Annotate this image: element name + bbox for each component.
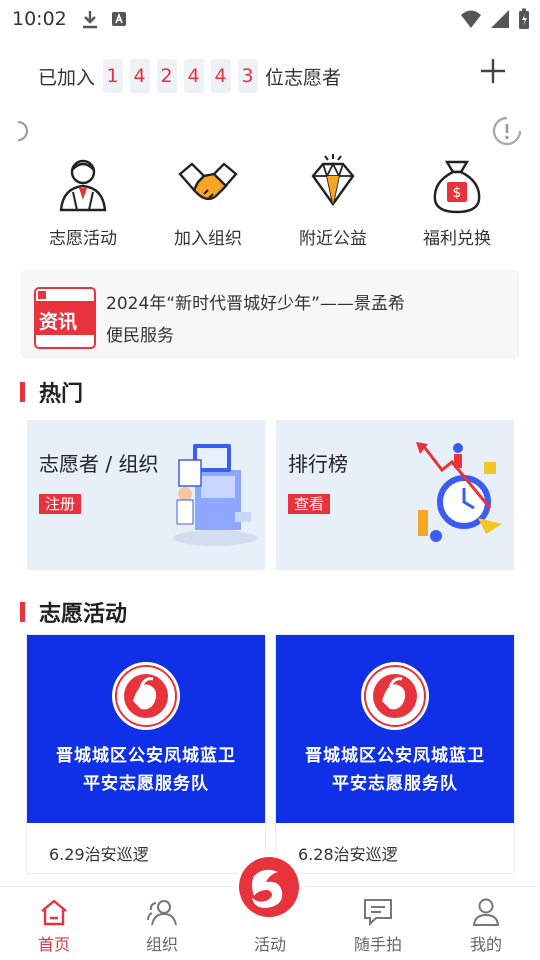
activity-caption: 6.29治安巡逻	[49, 845, 149, 864]
counter-prefix: 已加入	[38, 66, 96, 89]
police-volunteer-emblem-icon	[361, 662, 429, 730]
download-icon	[82, 11, 97, 29]
activity-caption: 6.28治安巡逻	[298, 845, 398, 864]
font-icon	[111, 12, 126, 26]
quick-nearby-charity[interactable]: 附近公益	[278, 152, 388, 249]
news-card[interactable]: 资讯 2024年“新时代晋城好少年”——景孟希 便民服务	[21, 270, 519, 358]
tab-label: 活动	[253, 935, 286, 954]
quick-label: 志愿活动	[49, 229, 117, 249]
carousel-arc-icon	[17, 121, 28, 141]
status-bar: 10:02	[0, 0, 540, 38]
counter-digit: 2	[156, 59, 177, 93]
volunteer-person-icon	[59, 159, 107, 212]
tab-organization[interactable]: 组织	[122, 895, 202, 955]
news-subline: 便民服务	[106, 326, 174, 346]
money-bag-icon: $	[433, 160, 481, 214]
banner-line1: 晋城城区公安凤城蓝卫	[305, 746, 485, 766]
tab-home[interactable]: 首页	[14, 895, 94, 955]
activity-logo-icon[interactable]	[234, 852, 304, 922]
quick-actions: 志愿活动 加入组织 附近公益 $ 福利兑换	[0, 152, 540, 252]
hot-card-ranking[interactable]: 排行榜 查看	[276, 420, 514, 570]
counter-suffix: 位志愿者	[265, 66, 342, 89]
quick-label: 福利兑换	[423, 229, 491, 249]
computer-illustration-icon	[173, 444, 257, 546]
view-tag[interactable]: 查看	[288, 494, 331, 514]
hot-card-title: 排行榜	[288, 452, 348, 476]
info-icon[interactable]	[492, 116, 522, 146]
home-icon	[41, 899, 67, 926]
counter-digit: 4	[183, 59, 204, 93]
activity-card[interactable]: 晋城城区公安凤城蓝卫 平安志愿服务队 6.28治安巡逻	[275, 634, 515, 874]
handshake-icon	[178, 162, 238, 201]
section-title-text: 志愿活动	[39, 602, 128, 627]
banner-line2: 平安志愿服务队	[332, 774, 458, 794]
counter-digit: 3	[237, 59, 258, 93]
status-time: 10:02	[12, 8, 67, 30]
hot-card-volunteer-register[interactable]: 志愿者 / 组织 注册	[27, 420, 265, 570]
counter-digit: 4	[210, 59, 231, 93]
battery-icon	[519, 8, 529, 29]
notice-row	[0, 114, 540, 148]
activity-banner: 晋城城区公安凤城蓝卫 平安志愿服务队	[276, 635, 514, 823]
wifi-icon	[461, 10, 481, 28]
activity-banner: 晋城城区公安凤城蓝卫 平安志愿服务队	[27, 635, 265, 823]
section-bar	[20, 602, 25, 622]
quick-label: 加入组织	[174, 229, 242, 249]
volunteer-counter: 已加入 1 4 2 4 4 3 位志愿者	[38, 58, 341, 94]
activity-card[interactable]: 晋城城区公安凤城蓝卫 平安志愿服务队 6.29治安巡逻	[26, 634, 266, 874]
register-tag[interactable]: 注册	[39, 494, 82, 514]
counter-digit: 1	[102, 59, 123, 93]
group-icon	[147, 900, 177, 926]
banner-line1: 晋城城区公安凤城蓝卫	[56, 746, 236, 766]
tab-mine[interactable]: 我的	[446, 895, 526, 955]
section-bar	[20, 382, 25, 402]
counter-digit: 4	[129, 59, 150, 93]
quick-volunteer-activity[interactable]: 志愿活动	[28, 152, 138, 249]
plus-icon[interactable]	[478, 56, 508, 86]
diamond-icon	[311, 154, 355, 207]
profile-icon	[472, 898, 500, 926]
quick-label: 附近公益	[299, 229, 367, 249]
news-headline: 2024年“新时代晋城好少年”——景孟希	[106, 294, 405, 314]
quick-join-org[interactable]: 加入组织	[153, 152, 263, 249]
police-volunteer-emblem-icon	[112, 662, 180, 730]
tab-label: 首页	[37, 935, 70, 954]
banner-line2: 平安志愿服务队	[83, 774, 209, 794]
hot-section-title: 热门	[20, 376, 83, 408]
activity-section-title: 志愿活动	[20, 596, 127, 628]
quick-welfare-exchange[interactable]: $ 福利兑换	[402, 152, 512, 249]
tab-label: 组织	[145, 935, 178, 954]
tab-snapshot[interactable]: 随手拍	[338, 895, 418, 955]
tab-label: 随手拍	[353, 935, 402, 954]
tab-label: 我的	[469, 935, 502, 954]
chat-icon	[364, 899, 392, 927]
section-title-text: 热门	[39, 382, 84, 407]
news-badge-text: 资讯	[39, 311, 78, 333]
signal-icon	[491, 10, 509, 28]
ranking-illustration-icon	[416, 442, 502, 542]
hot-card-title: 志愿者 / 组织	[39, 452, 159, 476]
svg-text:$: $	[453, 185, 462, 201]
